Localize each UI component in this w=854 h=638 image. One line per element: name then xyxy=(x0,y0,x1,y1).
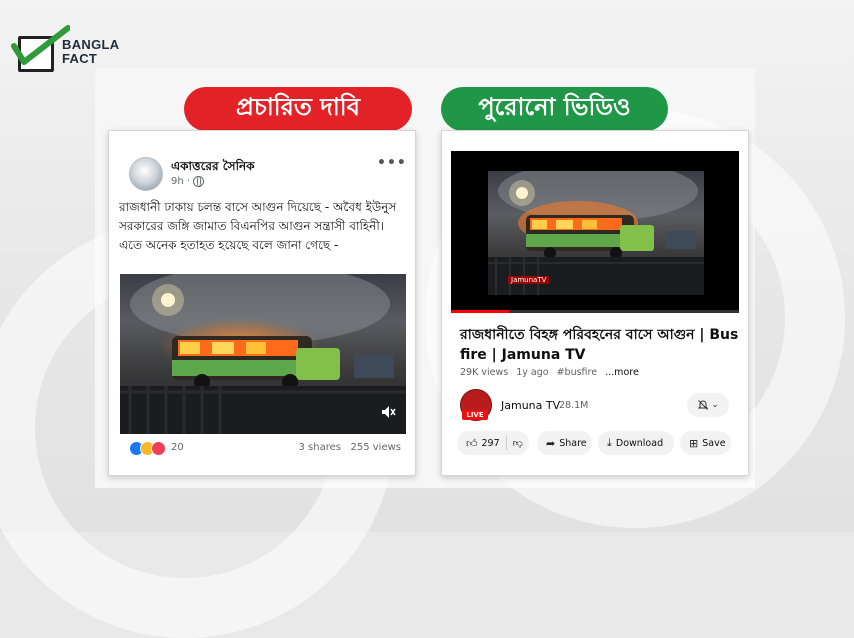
logo-line1: BANGLA xyxy=(62,37,120,52)
check-icon xyxy=(11,25,70,65)
logo-text: BANGLA FACT xyxy=(62,38,119,66)
share-label: Share xyxy=(559,437,587,449)
more-link[interactable]: ...more xyxy=(605,367,639,378)
more-icon[interactable]: ••• xyxy=(377,155,407,171)
love-reaction-icon xyxy=(151,441,166,456)
video-player[interactable]: JamunaTV xyxy=(451,151,739,313)
video-meta: 29K views 1y ago #busfire ...more xyxy=(460,367,644,378)
banglafact-logo: BANGLA FACT xyxy=(10,24,140,72)
page-avatar[interactable] xyxy=(129,157,163,191)
video-frame: JamunaTV xyxy=(488,171,704,295)
post-footer: 20 3 shares 255 views xyxy=(129,441,401,457)
share-icon: ➦ xyxy=(546,436,556,450)
globe-icon xyxy=(193,176,205,187)
hashtag-link[interactable]: #busfire xyxy=(557,367,598,378)
page-name[interactable]: একাত্তরের সৈনিক xyxy=(171,158,255,178)
channel-name[interactable]: Jamuna TV xyxy=(501,399,560,412)
youtube-video-card: JamunaTV রাজধানীতে বিহঙ্গ পরিবহনের বাসে … xyxy=(441,130,749,476)
download-label: Download xyxy=(615,437,664,449)
reactions[interactable] xyxy=(129,441,166,456)
video-progress-fill xyxy=(451,310,509,313)
like-count: 297 xyxy=(481,437,500,449)
save-button[interactable]: ⊞ Save xyxy=(680,431,731,455)
like-dislike-button[interactable]: 👍︎ 297 👎︎ xyxy=(457,431,529,455)
bus-fire-scene xyxy=(120,274,406,434)
facebook-post-card: একাত্তরের সৈনিক 9h · ••• রাজধানী ঢাকায় … xyxy=(108,130,416,476)
notification-bell-button[interactable]: ⌄ xyxy=(687,393,729,417)
post-stats[interactable]: 3 shares 255 views xyxy=(298,442,401,453)
bell-off-icon xyxy=(698,400,709,410)
channel-watermark: JamunaTV xyxy=(508,276,550,284)
download-button[interactable]: ⤓ Download xyxy=(598,431,674,455)
video-title: রাজধানীতে বিহঙ্গ পরিবহনের বাসে আগুন | Bu… xyxy=(460,327,739,363)
volume-icon[interactable] xyxy=(380,404,396,420)
logo-line2: FACT xyxy=(62,51,98,66)
reaction-count[interactable]: 20 xyxy=(171,442,184,453)
subscriber-count: 28.1M xyxy=(559,400,589,411)
thumbs-down-icon[interactable]: 👎︎ xyxy=(513,437,523,449)
post-meta: 9h · xyxy=(171,176,205,187)
thumbs-up-icon[interactable]: 👍︎ xyxy=(466,437,478,450)
chevron-down-icon: ⌄ xyxy=(711,400,719,410)
post-text: রাজধানী ঢাকায় চলন্ত বাসে আগুন দিয়েছে -… xyxy=(119,200,397,252)
download-icon: ⤓ xyxy=(607,436,612,449)
video-progress-bar[interactable] xyxy=(451,310,739,313)
post-video[interactable] xyxy=(120,274,406,434)
upload-age: 1y ago xyxy=(516,367,549,378)
post-time[interactable]: 9h · xyxy=(171,176,190,187)
view-count: 29K views xyxy=(460,367,509,378)
claim-label: প্রচারিত দাবি xyxy=(184,87,412,131)
save-label: Save xyxy=(702,437,726,449)
save-icon: ⊞ xyxy=(689,436,699,450)
original-video-label: পুরোনো ভিডিও xyxy=(441,87,668,131)
share-button[interactable]: ➦ Share xyxy=(537,431,592,455)
divider xyxy=(505,436,507,450)
live-badge: LIVE xyxy=(462,410,488,420)
